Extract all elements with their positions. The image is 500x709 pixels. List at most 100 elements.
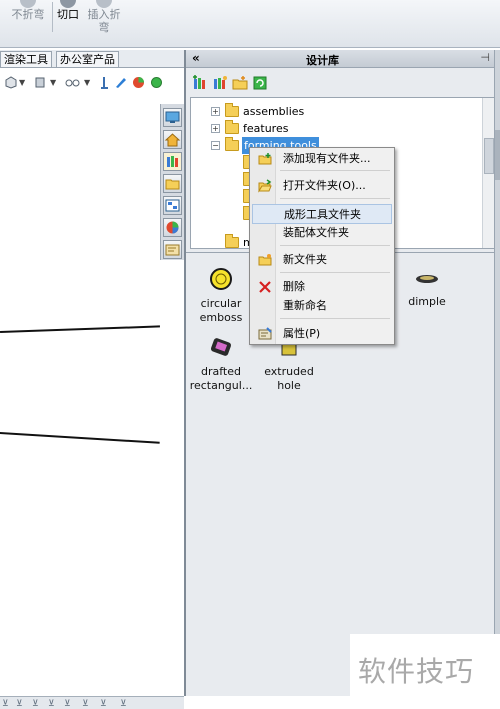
menu-item-add-existing-folder[interactable]: 添加现有文件夹... [252,149,392,169]
properties-icon [258,327,272,340]
menu-item-label: 打开文件夹(O)... [283,179,366,192]
expand-icon[interactable]: + [211,124,220,133]
panel-title: 设计库 [306,54,339,67]
menu-item-delete[interactable]: 删除 [252,277,392,297]
filter-icon[interactable]: ⊻ [82,699,89,709]
custom-properties-tab[interactable] [163,240,182,259]
panel-splitter[interactable] [494,50,500,696]
filter-icon[interactable]: ⊻ [100,699,107,709]
rip-button[interactable]: 切口 [55,0,81,21]
model-edge [0,325,160,333]
splitter-grip[interactable] [495,130,500,180]
view-settings-icon[interactable] [150,76,163,89]
view-orientation-icon[interactable] [4,76,17,89]
command-tabs: 渲染工具 办公室产品 [0,50,184,68]
design-library-tab[interactable] [163,152,182,171]
menu-item-label: 装配体文件夹 [283,226,349,239]
refresh-icon[interactable] [252,75,268,91]
file-label: dimple [408,295,446,308]
library-toolbar [186,69,494,97]
filter-icon[interactable]: ⊻ [120,699,127,709]
rip-label: 切口 [57,8,79,21]
chevron-down-icon[interactable]: ▼ [84,78,90,87]
model-edge [0,432,160,444]
display-style-icon[interactable] [34,76,47,89]
apply-scene-icon[interactable] [132,76,145,89]
tree-item-label: features [243,122,289,135]
tab-render-tools[interactable]: 渲染工具 [0,51,52,67]
menu-item-rename[interactable]: 重新命名 [252,296,392,316]
heads-up-view-toolbar: ▼ ▼ ▼ [0,70,184,96]
menu-item-label: 属性(P) [283,327,321,340]
filter-icon[interactable]: ⊻ [32,699,39,709]
tree-item-features[interactable]: + features [191,120,481,137]
new-folder-icon [258,254,272,266]
house-icon [164,133,181,147]
folder-open-icon [225,137,239,151]
chevron-down-icon[interactable]: ▼ [50,78,56,87]
bottom-toolbar: ⊻ ⊻ ⊻ ⊻ ⊻ ⊻ ⊻ ⊻ [0,696,184,709]
resources-tab[interactable] [163,108,182,127]
home-tab[interactable] [163,130,182,149]
properties-card-icon [165,244,180,256]
rip-icon [60,0,76,8]
unfold-icon [20,0,36,8]
file-extruded-hole[interactable]: extruded hole [254,337,324,393]
add-to-library-icon[interactable] [192,75,208,91]
delete-icon [259,281,271,293]
expand-icon[interactable]: + [211,107,220,116]
context-menu: 添加现有文件夹... 打开文件夹(O)... 成形工具文件夹 装配体文件夹 新文… [249,147,395,345]
insert-bends-icon [96,0,112,8]
menu-item-open-folder[interactable]: 打开文件夹(O)... [252,176,392,196]
appearances-tab[interactable] [163,218,182,237]
file-dimple[interactable]: dimple [392,271,462,309]
command-manager-ribbon: 不折弯 切口 插入折弯 [0,0,500,48]
menu-item-label: 新文件夹 [283,253,327,266]
menu-item-new-folder[interactable]: 新文件夹 [252,250,392,270]
pin-icon[interactable]: ⊣ [480,51,490,64]
filter-icon[interactable]: ⊻ [16,699,23,709]
unfold-button[interactable]: 不折弯 [8,0,48,21]
filter-icon[interactable]: ⊻ [64,699,71,709]
menu-separator [280,170,390,171]
file-drafted-rectangular[interactable]: drafted rectangul... [186,337,256,393]
tab-office-products[interactable]: 办公室产品 [56,51,119,67]
folder-icon [165,179,180,190]
panel-header: « 设计库 ⊣ [186,50,494,68]
watermark-text: 软件技巧 [358,655,475,688]
filter-icon[interactable]: ⊻ [2,699,9,709]
menu-item-forming-tools-folder[interactable]: 成形工具文件夹 [252,204,392,224]
appearances-sphere-icon [166,221,179,234]
section-view-icon[interactable] [98,76,111,89]
menu-item-label: 添加现有文件夹... [283,152,371,165]
folder-icon [225,120,239,134]
file-label: circular emboss [199,297,243,324]
hide-show-items-icon[interactable] [64,76,82,89]
add-file-location-icon[interactable] [212,75,228,91]
monitor-icon [165,111,180,123]
menu-separator [280,318,390,319]
circular-emboss-icon [210,268,232,290]
collapse-tree-icon[interactable]: − [211,141,220,150]
edit-appearance-icon[interactable] [114,76,127,89]
view-palette-icon [165,199,180,212]
filter-icon[interactable]: ⊻ [48,699,55,709]
watermark: 软件技巧 [350,634,500,709]
ribbon-divider [52,2,53,32]
file-circular-emboss[interactable]: circular emboss [186,267,256,325]
folder-icon [225,234,239,248]
chevron-down-icon[interactable]: ▼ [19,78,25,87]
menu-item-label: 删除 [283,280,305,293]
menu-separator [280,198,390,199]
collapse-icon[interactable]: « [192,51,200,65]
graphics-area[interactable] [0,96,160,696]
insert-bends-label: 插入折弯 [87,8,121,34]
tree-item-assemblies[interactable]: + assemblies [191,103,481,120]
menu-item-assembly-folder[interactable]: 装配体文件夹 [252,223,392,243]
view-palette-tab[interactable] [163,196,182,215]
scrollbar-thumb[interactable] [484,138,494,174]
menu-item-properties[interactable]: 属性(P) [252,324,392,344]
create-new-folder-icon[interactable] [232,75,248,91]
file-explorer-tab[interactable] [163,174,182,193]
insert-bends-button[interactable]: 插入折弯 [86,0,122,34]
